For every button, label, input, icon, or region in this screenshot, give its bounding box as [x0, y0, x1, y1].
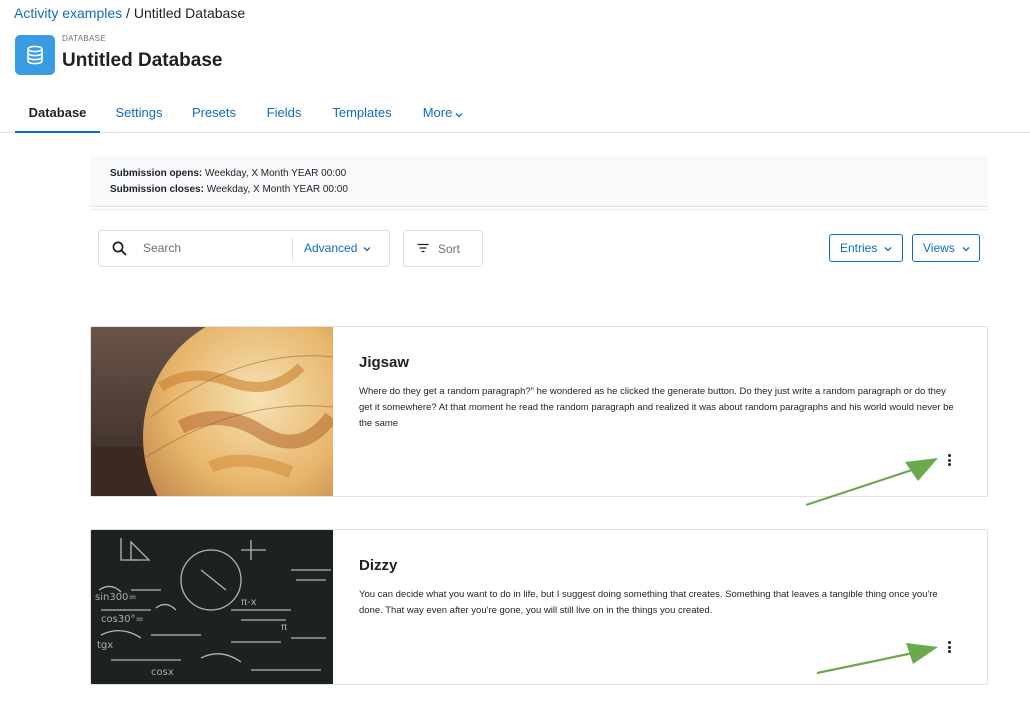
- search-bar: Search Advanced: [98, 230, 390, 267]
- page-header: DATABASE Untitled Database: [15, 33, 223, 75]
- sort-button[interactable]: Sort: [403, 230, 483, 267]
- entry-body: Dizzy You can decide what you want to do…: [359, 530, 961, 619]
- svg-text:π-x: π-x: [241, 597, 257, 608]
- svg-text:cos30°=: cos30°=: [101, 614, 144, 625]
- chevron-down-icon: [962, 241, 970, 255]
- tab-more-label: More: [422, 105, 453, 120]
- entry-card: Jigsaw Where do they get a random paragr…: [90, 326, 988, 497]
- activity-type-label: DATABASE: [62, 33, 106, 43]
- entry-title: Dizzy: [359, 557, 398, 574]
- chevron-down-icon: [363, 241, 371, 255]
- breadcrumb-separator: /: [122, 5, 134, 21]
- tab-more[interactable]: More: [412, 96, 474, 133]
- search-icon: [112, 241, 127, 261]
- advanced-search-button[interactable]: Advanced: [304, 241, 371, 255]
- tab-settings[interactable]: Settings: [103, 96, 175, 133]
- views-label: Views: [923, 241, 955, 255]
- advanced-search-label: Advanced: [304, 241, 358, 255]
- tab-fields[interactable]: Fields: [256, 96, 312, 133]
- entry-title: Jigsaw: [359, 354, 410, 371]
- entry-image-chalkboard: sin300= cos30°= tgx π-x π cosx: [91, 530, 333, 684]
- tab-divider: [408, 132, 478, 133]
- search-input[interactable]: Search: [143, 241, 181, 255]
- svg-text:sin300=: sin300=: [95, 592, 137, 603]
- breadcrumb: Activity examples / Untitled Database: [14, 4, 245, 22]
- views-dropdown-button[interactable]: Views: [912, 234, 980, 262]
- chevron-down-icon: [455, 97, 463, 131]
- page-title: Untitled Database: [62, 49, 223, 71]
- sort-label: Sort: [438, 241, 461, 256]
- submission-dates: Submission opens: Weekday, X Month YEAR …: [90, 156, 988, 207]
- chevron-down-icon: [884, 241, 892, 255]
- submission-closes-value: Weekday, X Month YEAR 00:00: [203, 184, 348, 195]
- entry-body: Jigsaw Where do they get a random paragr…: [359, 327, 961, 432]
- submission-opens-label: Submission opens:: [110, 168, 203, 179]
- secondary-navigation: Database Settings Presets Fields Templat…: [0, 96, 1030, 133]
- submission-opens-value: Weekday, X Month YEAR 00:00: [202, 168, 347, 179]
- entry-text: You can decide what you want to do in li…: [359, 589, 938, 616]
- entry-image-globe: [91, 327, 333, 496]
- submission-closes-label: Submission closes:: [110, 184, 204, 195]
- entry-text: Where do they get a random paragraph?" h…: [359, 386, 954, 429]
- entries-dropdown-button[interactable]: Entries: [829, 234, 903, 262]
- search-divider: [292, 238, 293, 261]
- entry-card: sin300= cos30°= tgx π-x π cosx Dizzy You…: [90, 529, 988, 685]
- entry-actions-menu-icon[interactable]: [944, 453, 954, 467]
- breadcrumb-link-activity-examples[interactable]: Activity examples: [14, 5, 122, 21]
- database-icon: [15, 35, 55, 75]
- submission-opens: Submission opens: Weekday, X Month YEAR …: [110, 166, 988, 182]
- tab-presets[interactable]: Presets: [181, 96, 247, 133]
- breadcrumb-current: Untitled Database: [133, 5, 246, 21]
- entries-label: Entries: [840, 241, 878, 255]
- entry-actions-menu-icon[interactable]: [944, 640, 954, 654]
- svg-text:π: π: [281, 622, 287, 633]
- svg-text:cosx: cosx: [151, 667, 174, 678]
- tab-database[interactable]: Database: [15, 96, 100, 133]
- sort-icon: [417, 242, 429, 256]
- tab-templates[interactable]: Templates: [320, 96, 404, 133]
- submission-closes: Submission closes: Weekday, X Month YEAR…: [110, 182, 988, 198]
- svg-text:tgx: tgx: [97, 640, 113, 651]
- divider: [90, 209, 988, 210]
